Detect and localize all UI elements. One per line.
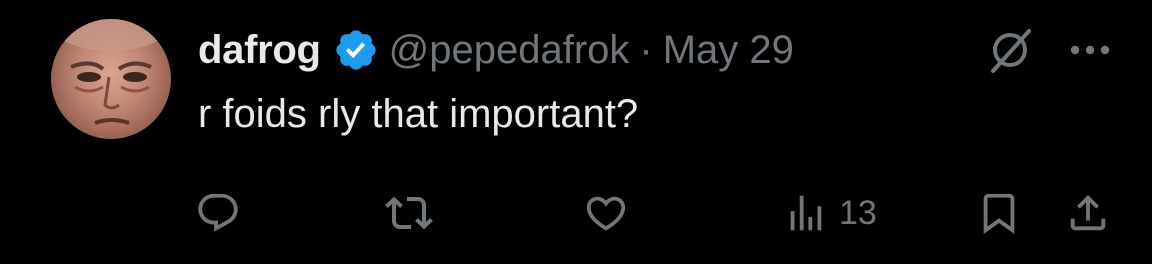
display-name[interactable]: dafrog [198,28,321,73]
verified-badge-icon[interactable] [333,27,379,73]
bookmark-icon [983,193,1015,234]
avatar-image [56,19,166,125]
tweet[interactable]: dafrog @pepedafrok · May 29 r foids rly … [0,0,1152,264]
views-icon [790,195,822,231]
share-button[interactable] [1065,188,1111,238]
grok-icon[interactable] [985,25,1035,75]
tweet-date[interactable]: May 29 [663,28,794,73]
reply-button[interactable] [195,188,241,238]
tweet-header: dafrog @pepedafrok · May 29 [198,26,794,74]
like-button[interactable] [583,188,629,238]
bookmark-button[interactable] [976,188,1022,238]
views-count: 13 [839,193,877,232]
tweet-text: r foids rly that important? [198,92,639,136]
views-button[interactable]: 13 [783,188,877,238]
avatar[interactable] [51,19,171,139]
retweet-icon [385,196,433,230]
more-icon[interactable] [1066,35,1114,65]
reply-icon [198,193,238,232]
separator-dot: · [639,27,653,72]
share-icon [1070,194,1106,231]
like-icon [586,196,626,231]
user-handle[interactable]: @pepedafrok [389,28,630,73]
retweet-button[interactable] [385,188,433,238]
